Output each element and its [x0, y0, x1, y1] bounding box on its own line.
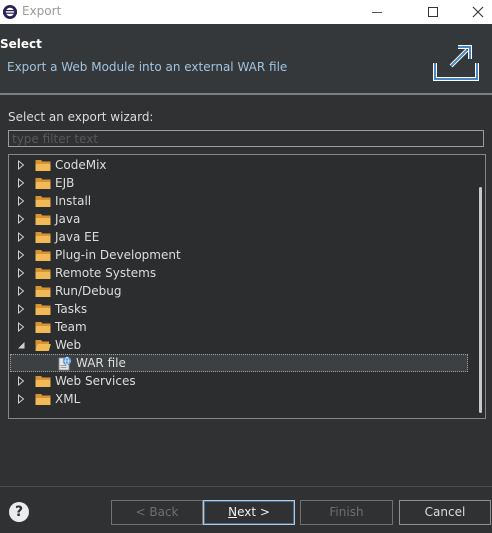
folder-icon: [35, 304, 51, 315]
folder-icon: [35, 286, 51, 297]
tree-item-install[interactable]: Install: [9, 192, 485, 210]
page-description: Export a Web Module into an external WAR…: [7, 60, 288, 74]
folder-icon: [35, 232, 51, 243]
cancel-button[interactable]: Cancel: [399, 500, 491, 525]
export-wizard-icon: [433, 45, 479, 81]
tree-item-web[interactable]: Web: [9, 336, 485, 354]
footer-separator: [0, 486, 492, 487]
next-mnemonic: N: [228, 505, 238, 519]
expand-arrow-icon[interactable]: [16, 376, 26, 386]
maximize-icon: [428, 7, 438, 17]
tree-item-web-services[interactable]: Web Services: [9, 372, 485, 390]
tree-item-java-ee[interactable]: Java EE: [9, 228, 485, 246]
title-bar: Export: [0, 0, 492, 24]
filter-input[interactable]: [8, 130, 484, 147]
folder-icon: [35, 394, 51, 405]
next-button[interactable]: Next >: [203, 500, 295, 525]
next-label: ext >: [237, 505, 270, 519]
finish-button[interactable]: Finish: [300, 500, 393, 525]
expand-arrow-icon[interactable]: [16, 196, 26, 206]
tree-scrollbar[interactable]: [477, 157, 483, 416]
tree-item-ejb[interactable]: EJB: [9, 174, 485, 192]
collapse-arrow-icon[interactable]: [16, 340, 26, 350]
minimize-button[interactable]: [354, 0, 400, 24]
tree-item-label: Java: [55, 212, 81, 226]
tree-item-codemix[interactable]: CodeMix: [9, 156, 485, 174]
tree-item-label: CodeMix: [55, 158, 107, 172]
tree-item-xml[interactable]: XML: [9, 390, 485, 408]
tree-item-war-file[interactable]: WAR file: [10, 354, 468, 372]
expand-arrow-icon[interactable]: [16, 160, 26, 170]
tree-item-label: Web: [55, 338, 82, 352]
close-icon: [472, 6, 484, 18]
tree-item-label: Install: [55, 194, 92, 208]
tree-item-run-debug[interactable]: Run/Debug: [9, 282, 485, 300]
expand-arrow-icon[interactable]: [16, 250, 26, 260]
tree-item-label: Tasks: [55, 302, 88, 316]
tree-item-tasks[interactable]: Tasks: [9, 300, 485, 318]
wizard-label: Select an export wizard:: [8, 110, 154, 124]
maximize-button[interactable]: [410, 0, 456, 24]
expand-arrow-icon[interactable]: [16, 322, 26, 332]
window-title: Export: [22, 4, 62, 18]
folder-icon: [35, 322, 51, 333]
tree-item-label: XML: [55, 392, 81, 406]
expand-arrow-icon[interactable]: [16, 178, 26, 188]
tree-item-label: EJB: [55, 176, 75, 190]
expand-arrow-icon[interactable]: [16, 214, 26, 224]
minimize-icon: [372, 12, 382, 13]
expand-arrow-icon[interactable]: [16, 394, 26, 404]
tree-item-team[interactable]: Team: [9, 318, 485, 336]
tree-item-plugin-development[interactable]: Plug-in Development: [9, 246, 485, 264]
folder-icon: [35, 250, 51, 261]
back-button[interactable]: < Back: [111, 500, 203, 525]
folder-icon: [35, 376, 51, 387]
tree-item-label: WAR file: [76, 356, 126, 370]
tree-item-label: Team: [55, 320, 87, 334]
tree-item-label: Web Services: [55, 374, 136, 388]
tree-item-label: Plug-in Development: [55, 248, 181, 262]
expand-arrow-icon[interactable]: [16, 286, 26, 296]
eclipse-app-icon: [3, 5, 17, 19]
folder-icon: [35, 178, 51, 189]
expand-arrow-icon[interactable]: [16, 304, 26, 314]
scrollbar-thumb[interactable]: [479, 187, 482, 413]
folder-open-icon: [35, 340, 51, 351]
tree-item-remote-systems[interactable]: Remote Systems: [9, 264, 485, 282]
tree-item-label: Remote Systems: [55, 266, 157, 280]
close-button[interactable]: [455, 0, 492, 24]
expand-arrow-icon[interactable]: [16, 232, 26, 242]
wizard-header: Select Export a Web Module into an exter…: [0, 24, 492, 94]
folder-icon: [35, 196, 51, 207]
expand-arrow-icon[interactable]: [16, 268, 26, 278]
folder-icon: [35, 268, 51, 279]
tree-item-label: Run/Debug: [55, 284, 122, 298]
folder-icon: [35, 214, 51, 225]
folder-icon: [35, 160, 51, 171]
help-icon[interactable]: ?: [9, 502, 29, 522]
header-separator: [0, 93, 492, 95]
page-title: Select: [0, 37, 42, 51]
wizard-tree[interactable]: CodeMix EJB Install Java Java EE Plug-in…: [8, 154, 486, 419]
tree-item-java[interactable]: Java: [9, 210, 485, 228]
war-file-icon: [58, 356, 72, 371]
tree-item-label: Java EE: [55, 230, 100, 244]
